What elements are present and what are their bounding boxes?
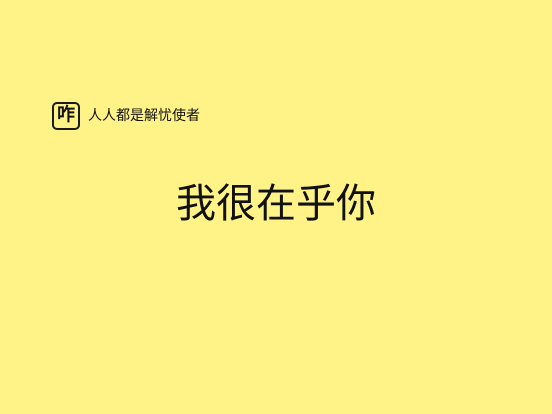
page-headline: 我很在乎你 — [176, 181, 376, 227]
brand-header: 咋 人人都是解忧使者 — [52, 102, 200, 130]
logo-text: 咋 — [57, 104, 75, 126]
brand-name: 人人都是解忧使者 — [88, 108, 200, 124]
logo-badge: 咋 — [52, 102, 80, 130]
